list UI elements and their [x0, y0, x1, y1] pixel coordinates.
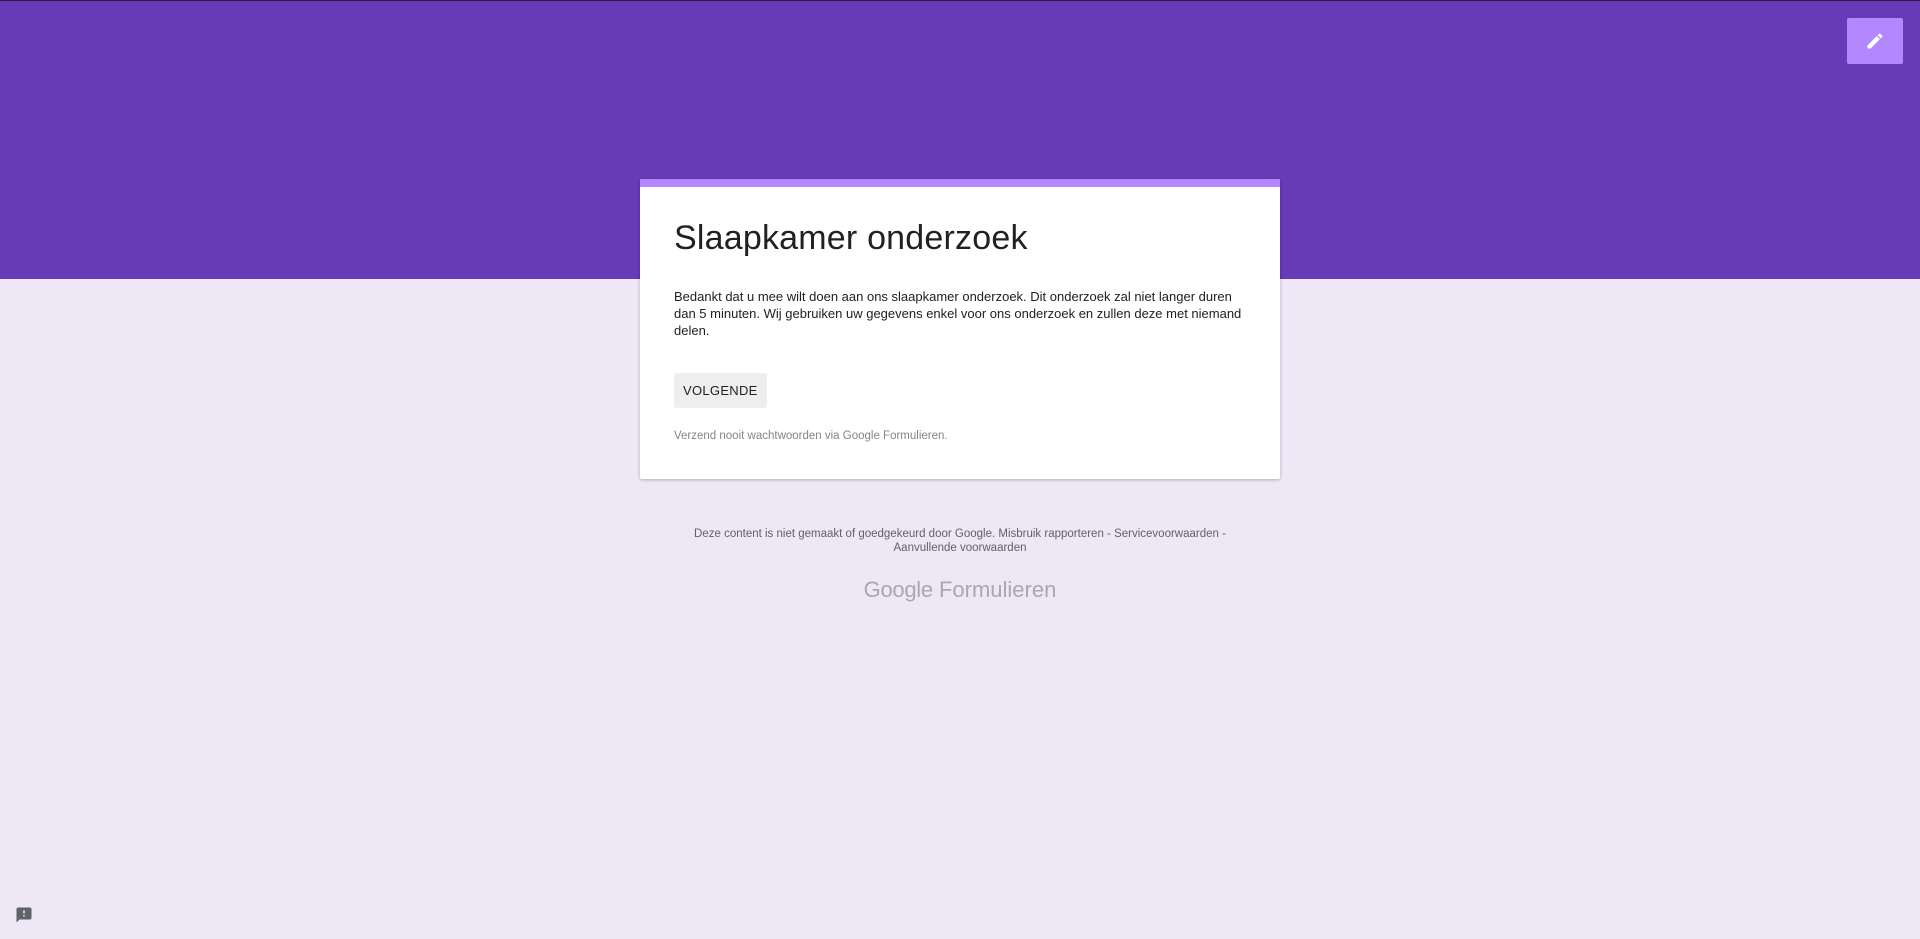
form-title: Slaapkamer onderzoek	[674, 219, 1028, 257]
pencil-icon	[1867, 33, 1883, 49]
additional-terms-link[interactable]: Aanvullende voorwaarden	[894, 542, 1027, 554]
google-forms-logo[interactable]: Google Formulieren	[0, 577, 1920, 603]
footer-disclaimer: Deze content is niet gemaakt of goedgeke…	[670, 527, 1250, 555]
footer-separator: -	[1103, 528, 1115, 540]
password-warning: Verzend nooit wachtwoorden via Google Fo…	[674, 430, 948, 442]
form-description: Bedankt dat u mee wilt doen aan ons slaa…	[674, 289, 1242, 338]
form-page: Slaapkamer onderzoek Bedankt dat u mee w…	[0, 0, 1920, 939]
brand-google: Google	[863, 577, 933, 602]
next-button[interactable]: VOLGENDE	[674, 373, 767, 408]
feedback-icon[interactable]	[14, 906, 34, 924]
edit-form-button[interactable]	[1847, 18, 1903, 64]
brand-product: Formulieren	[938, 577, 1057, 602]
form-card: Slaapkamer onderzoek Bedankt dat u mee w…	[640, 179, 1280, 479]
disclaimer-text: Deze content is niet gemaakt of goedgeke…	[694, 528, 996, 540]
report-abuse-link[interactable]: Misbruik rapporteren	[998, 528, 1103, 540]
card-accent-bar	[640, 179, 1280, 187]
footer-separator: -	[1218, 528, 1226, 540]
terms-link[interactable]: Servicevoorwaarden	[1114, 528, 1219, 540]
